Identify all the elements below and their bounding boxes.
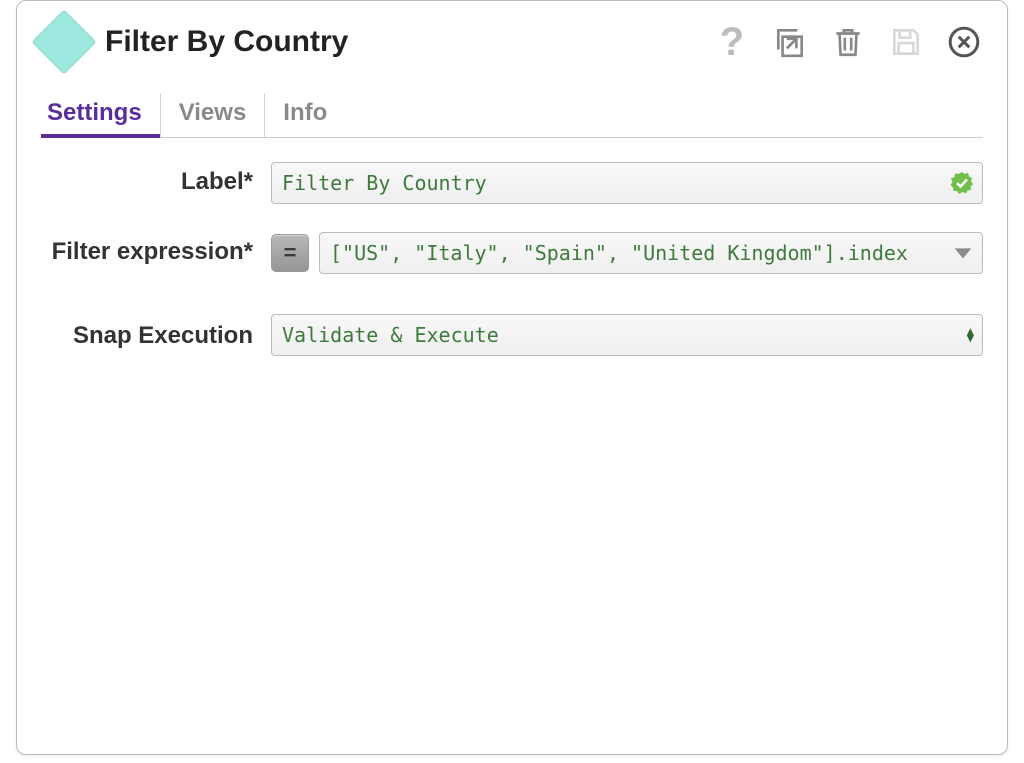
label-input[interactable]: Filter By Country xyxy=(271,162,983,204)
close-icon[interactable] xyxy=(945,23,983,61)
filter-expression-value: ["US", "Italy", "Spain", "United Kingdom… xyxy=(330,241,972,265)
select-arrows-icon: ▲▼ xyxy=(967,328,974,342)
dropdown-caret-icon[interactable] xyxy=(952,242,974,264)
filter-expression-input[interactable]: ["US", "Italy", "Spain", "United Kingdom… xyxy=(319,232,983,274)
filter-expression-caption: Filter expression* xyxy=(41,232,271,268)
snap-settings-panel: Filter By Country ? xyxy=(16,0,1008,755)
snap-type-icon xyxy=(31,9,96,74)
save-icon[interactable] xyxy=(887,23,925,61)
tab-views[interactable]: Views xyxy=(161,93,266,137)
row-label: Label* Filter By Country xyxy=(41,162,983,204)
trash-icon[interactable] xyxy=(829,23,867,61)
panel-title: Filter By Country xyxy=(105,25,699,59)
popout-icon[interactable] xyxy=(771,23,809,61)
label-caption: Label* xyxy=(41,162,271,198)
row-filter-expression: Filter expression* = ["US", "Italy", "Sp… xyxy=(41,232,983,274)
panel-header: Filter By Country ? xyxy=(41,19,983,65)
label-value: Filter By Country xyxy=(282,171,972,195)
snap-execution-value: Validate & Execute xyxy=(282,323,972,347)
snap-execution-caption: Snap Execution xyxy=(41,314,271,352)
tab-bar: Settings Views Info xyxy=(41,93,983,138)
expression-toggle-button[interactable]: = xyxy=(271,234,309,272)
snap-execution-select[interactable]: Validate & Execute ▲▼ xyxy=(271,314,983,356)
valid-check-icon xyxy=(950,171,974,195)
settings-form: Label* Filter By Country Filter expressi… xyxy=(41,162,983,356)
row-snap-execution: Snap Execution Validate & Execute ▲▼ xyxy=(41,314,983,356)
tab-settings[interactable]: Settings xyxy=(41,93,161,137)
panel-toolbar: ? xyxy=(713,23,983,61)
help-icon[interactable]: ? xyxy=(713,23,751,61)
tab-info[interactable]: Info xyxy=(265,93,345,137)
